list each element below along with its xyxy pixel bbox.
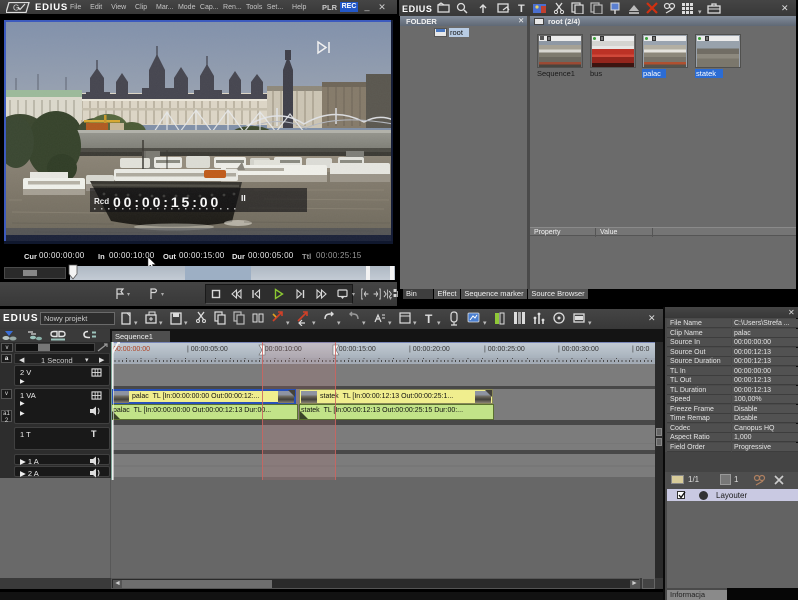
svg-text:T: T [518, 3, 525, 14]
svg-text:T: T [425, 312, 433, 326]
